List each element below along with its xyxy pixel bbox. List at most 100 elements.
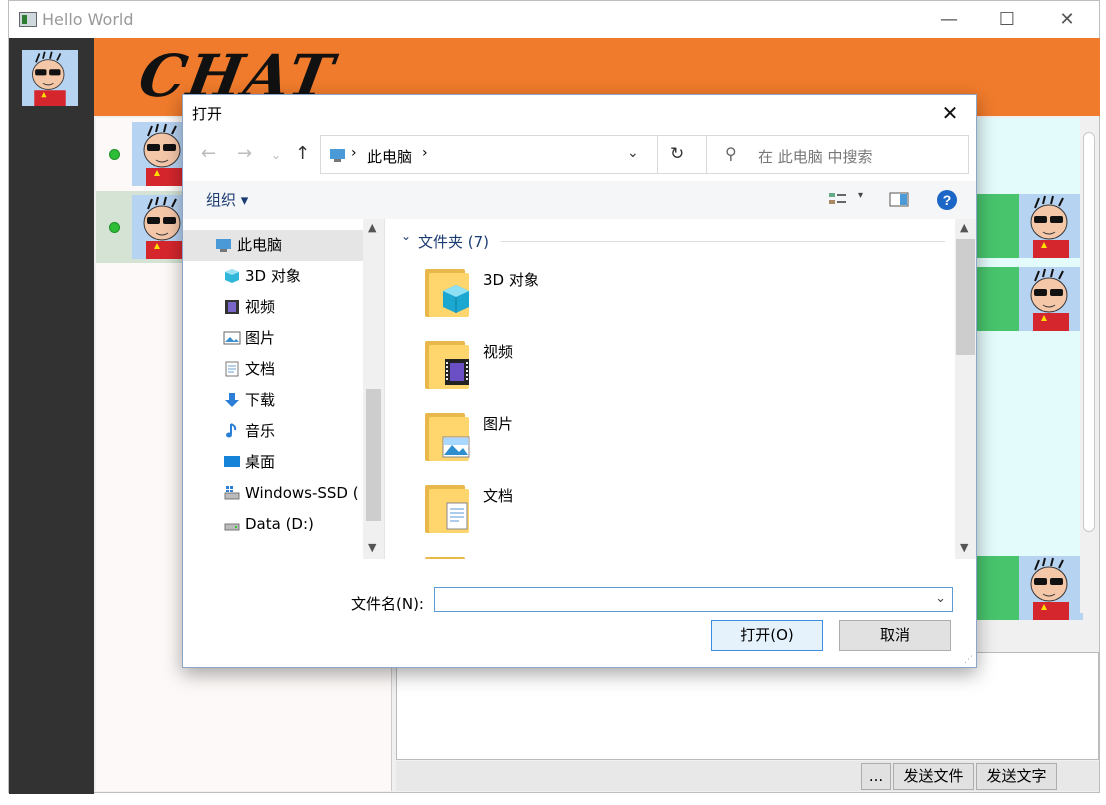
folder-videos-icon[interactable] xyxy=(425,333,471,389)
tree-label: 下载 xyxy=(245,391,276,409)
user-avatar[interactable] xyxy=(21,49,79,107)
view-options-icon[interactable] xyxy=(828,191,848,209)
refresh-button[interactable]: ↻ xyxy=(657,135,697,174)
search-icon: ⚲ xyxy=(725,144,737,163)
scroll-down-icon[interactable]: ▼ xyxy=(368,541,376,554)
folder-documents-icon[interactable] xyxy=(425,477,471,533)
send-text-button[interactable]: 发送文字 xyxy=(976,763,1057,790)
message-bubble[interactable] xyxy=(961,556,1083,620)
filename-label: 文件名(N): xyxy=(351,595,424,613)
address-dropdown-icon[interactable]: ⌄ xyxy=(627,145,639,161)
folder-3d-objects-icon[interactable] xyxy=(425,261,471,317)
help-icon[interactable]: ? xyxy=(936,189,958,211)
sender-avatar xyxy=(1019,556,1083,620)
scroll-up-icon[interactable]: ▲ xyxy=(368,221,376,234)
refresh-icon: ↻ xyxy=(670,144,685,164)
file-list-scrollbar[interactable]: ▲ ▼ xyxy=(955,219,976,559)
send-file-button[interactable]: 发送文件 xyxy=(893,763,974,790)
minimize-button[interactable]: — xyxy=(919,1,979,38)
tree-label: 此电脑 xyxy=(237,236,283,254)
tree-label: 音乐 xyxy=(245,422,276,440)
recent-chevron-icon[interactable]: ⌄ xyxy=(271,148,281,162)
organize-menu[interactable]: 组织 ▾ xyxy=(206,189,248,210)
group-header[interactable]: 文件夹 (7) xyxy=(418,231,489,252)
address-bar[interactable]: › 此电脑 › ⌄ xyxy=(320,135,707,174)
folder-more-icon[interactable] xyxy=(425,549,471,559)
tree-label: Data (D:) xyxy=(245,515,314,533)
tree-item-3d-objects[interactable]: 3D 对象 xyxy=(223,261,301,291)
video-icon xyxy=(225,300,239,314)
desktop-icon xyxy=(224,456,240,467)
sidebar xyxy=(9,38,94,794)
online-status-icon xyxy=(109,222,120,233)
open-file-dialog: 打开 ✕ ← → ⌄ ↑ › 此电脑 › ⌄ ↻ ⚲ 在 此电脑 中搜索 组织 … xyxy=(182,94,977,668)
message-bubble[interactable] xyxy=(961,194,1083,258)
filename-input[interactable]: ⌄ xyxy=(434,587,953,612)
online-status-icon xyxy=(109,149,120,160)
tree-item-windows-ssd[interactable]: Windows-SSD ( xyxy=(223,478,359,508)
collapse-group-icon[interactable]: ⌄ xyxy=(401,229,411,243)
view-dropdown-icon[interactable]: ▾ xyxy=(858,190,863,201)
scroll-up-icon[interactable]: ▲ xyxy=(960,221,968,234)
tree-item-documents[interactable]: 文档 xyxy=(223,354,275,384)
app-icon xyxy=(19,12,37,27)
folder-label[interactable]: 文档 xyxy=(483,485,513,506)
scroll-down-icon[interactable]: ▼ xyxy=(960,541,968,554)
tree-label: 3D 对象 xyxy=(245,267,301,285)
svg-text:?: ? xyxy=(943,192,952,208)
sender-avatar xyxy=(1019,267,1083,331)
search-box[interactable]: ⚲ 在 此电脑 中搜索 xyxy=(706,135,969,174)
breadcrumb-chevron-icon[interactable]: › xyxy=(422,145,428,161)
3d-object-icon xyxy=(225,269,239,283)
tree-item-pictures[interactable]: 图片 xyxy=(223,323,275,353)
chat-scrollbar[interactable] xyxy=(1080,118,1099,613)
tree-item-music[interactable]: 音乐 xyxy=(223,416,275,446)
tree-item-data-drive[interactable]: Data (D:) xyxy=(223,509,314,539)
resize-grip-icon[interactable]: ⋰ xyxy=(964,655,973,665)
title-bar: Hello World — ☐ ✕ xyxy=(9,1,1099,38)
maximize-button[interactable]: ☐ xyxy=(977,1,1037,38)
close-button[interactable]: ✕ xyxy=(1037,1,1097,38)
tree-item-desktop[interactable]: 桌面 xyxy=(223,447,275,477)
drive-icon xyxy=(224,523,240,531)
folder-label[interactable]: 视频 xyxy=(483,341,513,362)
scroll-thumb[interactable] xyxy=(956,239,975,355)
window-title: Hello World xyxy=(42,10,134,29)
back-arrow-icon[interactable]: ← xyxy=(201,143,216,164)
tree-label: 视频 xyxy=(245,298,276,316)
preview-pane-icon[interactable] xyxy=(889,192,909,208)
tree-item-videos[interactable]: 视频 xyxy=(223,292,275,322)
scroll-thumb[interactable] xyxy=(1083,132,1095,532)
music-icon xyxy=(226,423,237,438)
computer-icon xyxy=(216,239,231,252)
tree-label: 图片 xyxy=(245,329,276,347)
address-path: 此电脑 xyxy=(367,148,413,166)
dialog-toolbar: 组织 ▾ ▾ ? xyxy=(183,181,976,219)
download-icon xyxy=(225,393,239,407)
open-button[interactable]: 打开(O) xyxy=(711,620,823,651)
tree-item-this-pc[interactable]: 此电脑 xyxy=(215,230,282,260)
navigation-scrollbar[interactable]: ▲ ▼ xyxy=(363,219,384,559)
up-arrow-icon[interactable]: ↑ xyxy=(295,143,310,164)
group-divider xyxy=(501,241,945,242)
tree-item-downloads[interactable]: 下载 xyxy=(223,385,275,415)
picture-icon xyxy=(223,331,241,345)
tree-label: 桌面 xyxy=(245,453,276,471)
cancel-button[interactable]: 取消 xyxy=(839,620,951,651)
forward-arrow-icon[interactable]: → xyxy=(237,143,252,164)
computer-icon xyxy=(330,149,345,162)
dialog-close-button[interactable]: ✕ xyxy=(930,95,970,131)
folder-label[interactable]: 图片 xyxy=(483,413,513,434)
dialog-title: 打开 xyxy=(192,105,223,123)
document-icon xyxy=(225,361,239,377)
file-list: ⌄ 文件夹 (7) 3D 对象 视频 图片 文档 xyxy=(387,219,955,559)
message-input[interactable] xyxy=(396,652,1099,760)
scroll-thumb[interactable] xyxy=(366,389,381,521)
navigation-pane: 此电脑 3D 对象 视频 图片 文档 下载 音乐 桌面 Windows-SSD … xyxy=(183,219,385,559)
more-button[interactable]: ... xyxy=(861,763,891,790)
message-bubble[interactable] xyxy=(961,267,1083,331)
filename-dropdown-icon[interactable]: ⌄ xyxy=(935,591,946,606)
folder-pictures-icon[interactable] xyxy=(425,405,471,461)
folder-label[interactable]: 3D 对象 xyxy=(483,269,539,290)
tree-label: 文档 xyxy=(245,360,276,378)
